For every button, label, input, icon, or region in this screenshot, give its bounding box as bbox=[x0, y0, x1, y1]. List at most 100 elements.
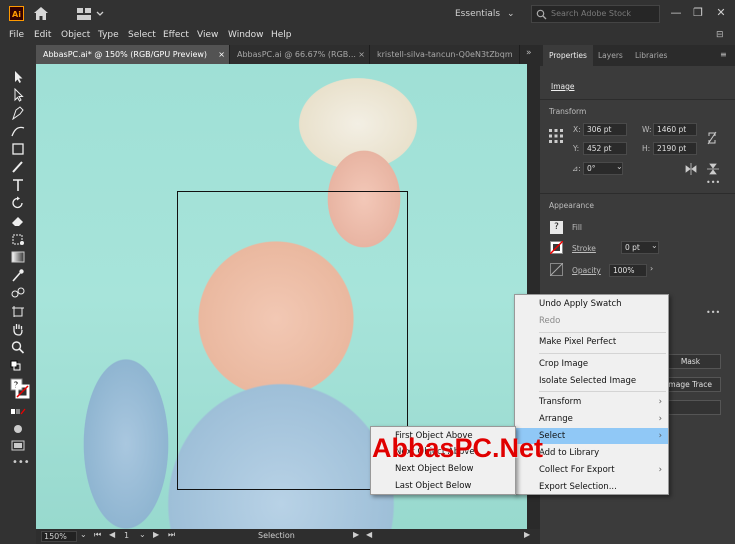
draw-mode-icon[interactable] bbox=[10, 422, 26, 436]
menu-object[interactable]: Object bbox=[61, 27, 90, 44]
menu-arrange[interactable]: Arrange › bbox=[515, 411, 668, 427]
more-options-icon[interactable]: ••• bbox=[706, 308, 720, 317]
artboard-tool-icon[interactable] bbox=[10, 304, 26, 318]
width-field[interactable]: 1460 pt bbox=[653, 123, 697, 136]
artboard-number[interactable]: 1 bbox=[124, 531, 129, 540]
gradient-tool-icon[interactable] bbox=[10, 250, 26, 264]
eraser-tool-icon[interactable] bbox=[10, 214, 26, 228]
scroll-right-icon[interactable]: ▶ bbox=[524, 530, 530, 539]
mask-button[interactable]: Mask bbox=[660, 354, 721, 369]
menu-item-label: Next Object Below bbox=[395, 464, 474, 474]
free-transform-tool-icon[interactable] bbox=[10, 232, 26, 246]
default-fill-stroke-icon[interactable] bbox=[10, 360, 26, 374]
x-field[interactable]: 306 pt bbox=[583, 123, 627, 136]
menu-isolate-selected-image[interactable]: Isolate Selected Image bbox=[515, 373, 668, 389]
zoom-level-field[interactable]: 150% bbox=[41, 531, 77, 542]
restore-button[interactable]: ❐ bbox=[688, 4, 708, 22]
menu-window[interactable]: Window bbox=[228, 27, 264, 44]
arrange-documents-icon[interactable] bbox=[76, 7, 106, 21]
menu-select[interactable]: Select bbox=[128, 27, 156, 44]
image-trace-button[interactable]: Image Trace bbox=[660, 377, 721, 392]
tab-properties[interactable]: Properties bbox=[543, 45, 593, 66]
menu-collect-for-export[interactable]: Collect For Export › bbox=[515, 462, 668, 478]
menu-edit[interactable]: Edit bbox=[34, 27, 51, 44]
current-tool-status[interactable]: Selection bbox=[258, 531, 295, 540]
menu-undo-apply-swatch[interactable]: Undo Apply Swatch bbox=[515, 296, 668, 312]
minimize-button[interactable]: — bbox=[666, 4, 686, 22]
first-artboard-icon[interactable]: ⏮ bbox=[94, 530, 101, 540]
zoom-tool-icon[interactable] bbox=[10, 340, 26, 354]
fill-stroke-swatch-icon[interactable]: ? bbox=[10, 378, 30, 402]
stroke-swatch-icon[interactable] bbox=[550, 241, 563, 254]
menu-effect[interactable]: Effect bbox=[163, 27, 189, 44]
color-mode-icon[interactable] bbox=[10, 405, 26, 419]
screen-mode-icon[interactable] bbox=[10, 438, 26, 452]
menu-file[interactable]: File bbox=[9, 27, 24, 44]
opacity-icon[interactable] bbox=[550, 263, 563, 276]
chevron-right-icon[interactable]: › bbox=[650, 264, 653, 273]
embed-button[interactable] bbox=[660, 400, 721, 415]
zoom-level: 150% bbox=[44, 532, 67, 541]
opacity-label[interactable]: Opacity bbox=[572, 266, 601, 275]
workspace-switcher[interactable]: Essentials ⌄ bbox=[455, 6, 521, 22]
more-tabs-icon[interactable]: » bbox=[526, 48, 532, 58]
home-icon[interactable] bbox=[33, 6, 49, 21]
menu-make-pixel-perfect[interactable]: Make Pixel Perfect bbox=[515, 334, 668, 350]
chevron-down-icon[interactable]: ⌄ bbox=[80, 530, 87, 539]
panel-menu-icon[interactable]: ≡ bbox=[720, 50, 727, 59]
tab-document-2[interactable]: AbbasPC.ai @ 66.67% (RGB... × bbox=[230, 45, 370, 64]
fill-swatch-icon[interactable]: ? bbox=[550, 221, 563, 234]
watermark-text: AbbasPC.Net bbox=[372, 433, 544, 463]
last-artboard-icon[interactable]: ⏭ bbox=[168, 530, 175, 540]
stroke-label[interactable]: Stroke bbox=[572, 244, 596, 253]
constrain-proportions-icon[interactable] bbox=[707, 131, 717, 145]
more-tools-icon[interactable]: ••• bbox=[12, 457, 30, 468]
more-options-icon[interactable]: ••• bbox=[706, 178, 720, 187]
close-icon[interactable]: × bbox=[218, 45, 225, 64]
tab-libraries[interactable]: Libraries bbox=[629, 45, 673, 66]
rectangle-tool-icon[interactable] bbox=[10, 142, 26, 156]
previous-artboard-icon[interactable]: ◀ bbox=[109, 530, 115, 539]
pen-tool-icon[interactable] bbox=[10, 106, 26, 120]
height-field[interactable]: 2190 pt bbox=[653, 142, 697, 155]
next-artboard-icon[interactable]: ▶ bbox=[153, 530, 159, 539]
tab-document-3[interactable]: kristell-silva-tancun-Q0eN3tZbqm bbox=[370, 45, 520, 64]
flip-vertical-icon[interactable] bbox=[707, 163, 719, 175]
rotate-tool-icon[interactable] bbox=[10, 196, 26, 210]
h-label: H: bbox=[642, 144, 651, 153]
flip-horizontal-icon[interactable] bbox=[685, 163, 697, 175]
rotate-value: 0° bbox=[587, 164, 596, 173]
tab-document-1[interactable]: AbbasPC.ai* @ 150% (RGB/GPU Preview) × bbox=[36, 45, 230, 64]
menu-export-selection[interactable]: Export Selection... bbox=[515, 479, 668, 495]
opacity-field[interactable]: 100% bbox=[609, 264, 647, 277]
curvature-tool-icon[interactable] bbox=[10, 124, 26, 138]
menu-item-label: Redo bbox=[539, 316, 561, 326]
y-field[interactable]: 452 pt bbox=[583, 142, 627, 155]
submenu-last-object-below[interactable]: Last Object Below bbox=[371, 478, 515, 494]
eyedropper-tool-icon[interactable] bbox=[10, 268, 26, 282]
status-menu-arrow-icon[interactable]: ▶ bbox=[353, 530, 359, 539]
tab-layers[interactable]: Layers bbox=[592, 45, 629, 66]
menu-transform[interactable]: Transform › bbox=[515, 394, 668, 410]
menu-item-label: Undo Apply Swatch bbox=[539, 299, 622, 309]
paintbrush-tool-icon[interactable] bbox=[10, 160, 26, 174]
panel-arrange-icon[interactable]: ⊟ bbox=[716, 31, 726, 40]
tab-label: kristell-silva-tancun-Q0eN3tZbqm bbox=[377, 50, 513, 59]
chevron-down-icon[interactable]: ⌄ bbox=[651, 241, 658, 250]
menu-view[interactable]: View bbox=[197, 27, 218, 44]
menu-type[interactable]: Type bbox=[98, 27, 119, 44]
type-tool-icon[interactable] bbox=[10, 178, 26, 192]
blend-tool-icon[interactable] bbox=[10, 286, 26, 300]
menu-crop-image[interactable]: Crop Image bbox=[515, 356, 668, 372]
chevron-down-icon[interactable]: ⌄ bbox=[139, 530, 146, 539]
close-icon[interactable]: × bbox=[358, 45, 365, 64]
hand-tool-icon[interactable] bbox=[10, 322, 26, 336]
chevron-down-icon[interactable]: ⌄ bbox=[616, 162, 623, 171]
selection-tool-icon[interactable] bbox=[10, 70, 26, 84]
direct-selection-tool-icon[interactable] bbox=[10, 88, 26, 102]
close-window-button[interactable]: ✕ bbox=[711, 4, 731, 22]
stock-search-input[interactable]: Search Adobe Stock bbox=[531, 5, 660, 23]
reference-point-icon[interactable] bbox=[549, 129, 563, 143]
scroll-left-icon[interactable]: ◀ bbox=[366, 530, 372, 539]
menu-help[interactable]: Help bbox=[271, 27, 292, 44]
